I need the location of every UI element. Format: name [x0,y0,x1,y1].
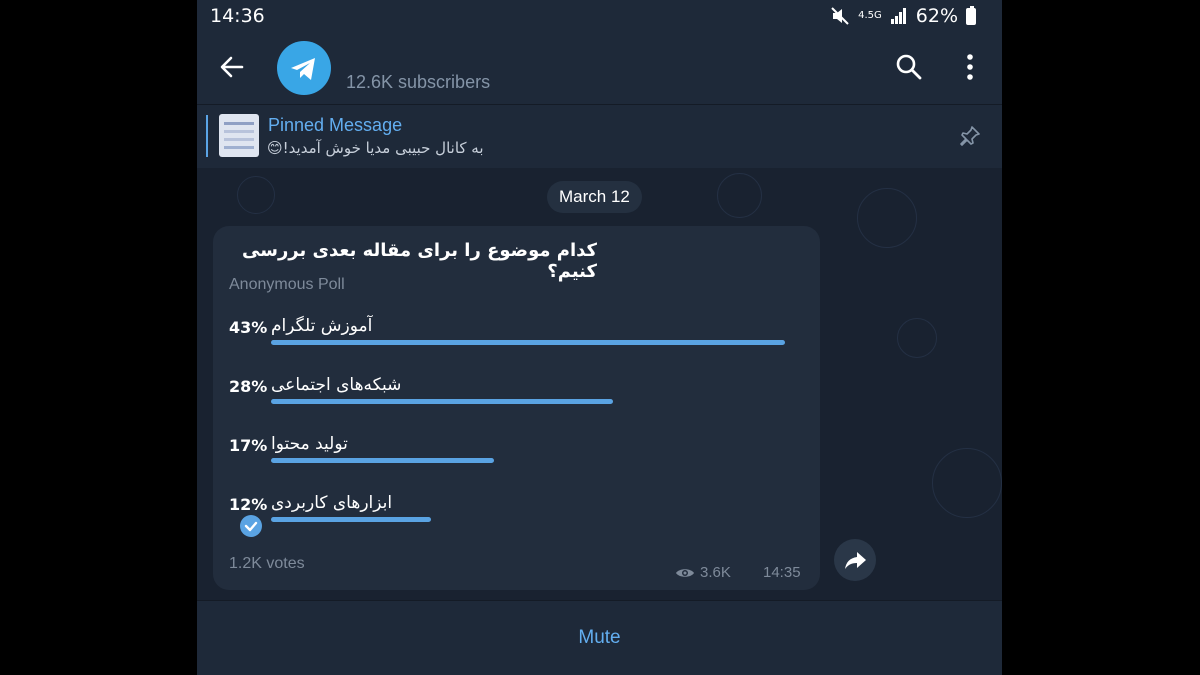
poll-result-bar [271,517,431,522]
poll-option[interactable]: 28% شبکه‌های اجتماعی [213,375,820,427]
channel-header: 12.6K subscribers [197,32,1002,104]
telegram-logo-icon [291,58,315,80]
poll-option-track [271,517,785,522]
telegram-channel-screen: 14:36 4.5G 62% 12.6K subscribers Pinned … [197,0,1002,675]
view-count-value: 3.6K [700,564,731,581]
view-count: 3.6K [675,564,731,581]
poll-option-label: شبکه‌های اجتماعی [271,375,402,395]
mute-button[interactable]: Mute [197,627,1002,649]
more-vertical-icon[interactable] [960,53,980,81]
date-separator: March 12 [547,181,642,213]
poll-option[interactable]: 12% ابزارهای کاربردی [213,493,820,545]
poll-type: Anonymous Poll [229,276,345,293]
poll-result-bar [271,399,613,404]
pinned-thumbnail [219,114,259,157]
subscriber-count: 12.6K subscribers [346,72,491,92]
status-bar: 14:36 4.5G 62% [197,0,1002,32]
battery-percent: 62% [915,5,958,27]
background-doodle [237,176,275,214]
poll-option-track [271,458,785,463]
poll-option-percent: 17% [229,436,268,455]
pinned-message[interactable]: Pinned Message به کانال حبیبی مدیا خوش آ… [197,104,1002,168]
bottom-bar: Mute [197,600,1002,675]
selected-check-icon [240,515,262,537]
background-doodle [857,188,917,248]
poll-option-percent: 28% [229,377,268,396]
pinned-indicator-bar [206,115,208,157]
battery-icon [966,5,976,25]
total-votes: 1.2K votes [229,555,305,572]
eye-icon [676,568,694,577]
poll-result-bar [271,458,494,463]
poll-option-percent: 43% [229,318,268,337]
pinned-title: Pinned Message [268,115,403,135]
back-arrow-icon[interactable] [217,52,247,82]
background-doodle [932,448,1002,518]
poll-option[interactable]: 43% آموزش تلگرام [213,316,820,368]
status-icons: 4.5G 62% [830,5,976,27]
search-icon[interactable] [895,53,923,81]
background-doodle [717,173,762,218]
poll-option-label: تولید محتوا [271,434,348,454]
poll-result-bar [271,340,785,345]
share-arrow-icon [845,552,866,569]
mute-icon [831,7,849,25]
poll-message-bubble: کدام موضوع را برای مقاله بعدی بررسی کنیم… [213,226,820,590]
poll-option-track [271,340,785,345]
network-type: 4.5G [858,10,882,21]
pinned-text: به کانال حبیبی مدیا خوش آمدید!😊 [267,139,484,157]
poll-option-label: ابزارهای کاربردی [271,493,393,513]
pin-icon[interactable] [959,125,981,147]
chat-area[interactable]: March 12 کدام موضوع را برای مقاله بعدی ب… [197,168,1002,600]
background-doodle [897,318,937,358]
share-button[interactable] [834,539,876,581]
status-time: 14:36 [210,5,265,27]
signal-icon [890,8,906,24]
poll-option[interactable]: 17% تولید محتوا [213,434,820,486]
poll-option-label: آموزش تلگرام [271,316,373,336]
message-time: 14:35 [763,564,801,581]
poll-option-percent: 12% [229,495,268,514]
channel-avatar[interactable] [277,41,331,95]
poll-option-track [271,399,785,404]
